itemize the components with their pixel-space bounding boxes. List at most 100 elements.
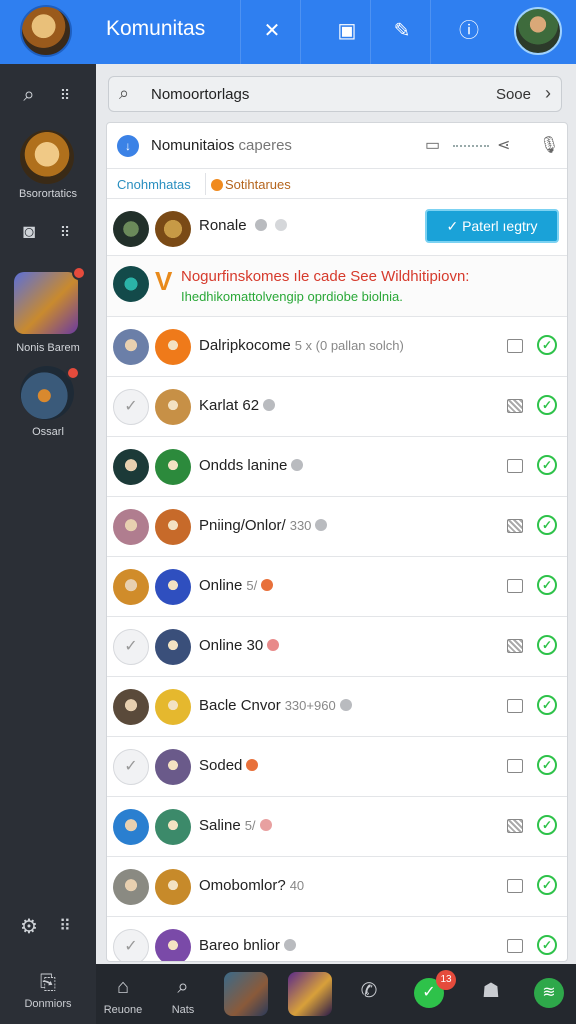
member-name-text: Ronale	[199, 217, 247, 234]
sidebar-game-tile[interactable]	[14, 272, 78, 334]
image-icon[interactable]	[507, 519, 523, 533]
member-name: Ondds lanine	[199, 457, 304, 474]
grid-dots-icon[interactable]: ⠿	[52, 82, 78, 108]
image-icon[interactable]	[507, 639, 523, 653]
table-row[interactable]: ✓ Karlat 62 ✓	[107, 377, 567, 437]
check-circle-icon[interactable]: ✓	[537, 575, 557, 595]
member-name-text: Dalripkocome	[199, 337, 291, 354]
bookmark-icon[interactable]: ▣	[334, 18, 360, 44]
member-name: Omobomlor? 40	[199, 877, 304, 894]
table-row[interactable]: Bacle Cnvor 330+960 ✓	[107, 677, 567, 737]
close-icon[interactable]: ✕	[259, 18, 285, 44]
select-check-icon[interactable]: ✓	[113, 749, 149, 785]
grid-dots-icon[interactable]: ⠿	[52, 219, 78, 245]
member-name: Bacle Cnvor 330+960	[199, 697, 352, 714]
gear-icon[interactable]: ⚙	[16, 914, 42, 940]
check-circle-icon[interactable]: ✓	[537, 815, 557, 835]
avatar	[155, 509, 191, 545]
member-name-text: Omobomlor?	[199, 877, 286, 894]
user-avatar[interactable]	[514, 7, 562, 55]
member-name-text: Online 30	[199, 637, 264, 654]
checkbox[interactable]	[507, 939, 523, 953]
grid-dots-icon[interactable]: ⠿	[52, 914, 78, 940]
member-name: Soded	[199, 757, 259, 774]
avatar	[155, 329, 191, 365]
member-name-text: Online	[199, 577, 243, 594]
app-logo-avatar[interactable]	[20, 5, 72, 57]
select-check-icon[interactable]: ✓	[113, 629, 149, 665]
list-item[interactable]: Ronale ✓ Paterl ıegtry	[107, 199, 567, 255]
shop-icon[interactable]: ⌂	[108, 976, 138, 999]
game-thumbnail[interactable]	[224, 972, 268, 1016]
status-icon	[291, 459, 304, 471]
mic-icon[interactable]: 🎙	[539, 135, 559, 155]
table-row[interactable]: Omobomlor? 40 ✓	[107, 857, 567, 917]
edit-icon[interactable]: ✎	[389, 18, 415, 44]
main-panel: ⌕ Nomoortorlags Sooe › ↓ Nomunitaios cap…	[96, 64, 576, 964]
search-option-label[interactable]: Sooe	[496, 86, 531, 103]
app-icon[interactable]: ≋	[534, 978, 564, 1008]
camera-icon[interactable]: ◙	[16, 219, 42, 245]
image-icon[interactable]	[507, 399, 523, 413]
checkbox[interactable]	[507, 879, 523, 893]
game-thumbnail[interactable]	[288, 972, 332, 1016]
search-icon[interactable]: ⌕	[168, 976, 198, 999]
table-row[interactable]: ✓ Online 30 ✓	[107, 617, 567, 677]
image-icon[interactable]	[507, 819, 523, 833]
notice-banner: V Nogurfinskomes ıle cade See Wildhitipi…	[107, 255, 567, 317]
avatar	[113, 689, 149, 725]
tab-members[interactable]: Cnohmhatas	[117, 177, 191, 192]
checkbox[interactable]	[507, 699, 523, 713]
table-row[interactable]: Dalripkocome 5 x (0 pallan solch) ✓	[107, 317, 567, 377]
sidebar-avatar-1[interactable]	[20, 130, 74, 184]
notification-badge	[72, 266, 86, 280]
checkbox[interactable]	[507, 459, 523, 473]
divider	[430, 0, 431, 64]
search-icon[interactable]: ⌕	[16, 82, 42, 108]
friends-icon[interactable]: ☗	[476, 978, 506, 1003]
check-circle-icon[interactable]: ✓	[537, 935, 557, 955]
member-name: Online 30	[199, 637, 280, 654]
member-list: Dalripkocome 5 x (0 pallan solch) ✓ ✓ Karlat…	[107, 317, 567, 961]
search-input[interactable]: Nomoortorlags	[151, 86, 249, 103]
select-check-icon[interactable]: ✓	[113, 929, 149, 961]
primary-action-button[interactable]: ✓ Paterl ıegtry	[425, 209, 559, 243]
card-header: ↓ Nomunitaios caperes ▭ ⋖ 🎙	[107, 123, 567, 169]
table-row[interactable]: Ondds lanine ✓	[107, 437, 567, 497]
checkbox[interactable]	[507, 339, 523, 353]
book-icon[interactable]: ⎘	[33, 972, 63, 995]
select-check-icon[interactable]: ✓	[113, 389, 149, 425]
check-circle-icon[interactable]: ✓	[537, 695, 557, 715]
table-row[interactable]: Saline 5/ ✓	[107, 797, 567, 857]
avatar	[113, 509, 149, 545]
status-icon	[263, 399, 276, 411]
info-icon[interactable]: ⓘ	[456, 18, 482, 44]
share-icon[interactable]: ⋖	[497, 135, 510, 155]
check-circle-icon[interactable]: ✓	[537, 635, 557, 655]
tab-status[interactable]: Sotihtarues	[209, 177, 291, 192]
check-circle-icon[interactable]: ✓	[537, 335, 557, 355]
window-icon[interactable]: ▭	[425, 135, 440, 155]
search-bar[interactable]: ⌕ Nomoortorlags Sooe ›	[108, 76, 562, 112]
check-circle-icon[interactable]: ✓	[537, 755, 557, 775]
table-row[interactable]: ✓ Soded ✓	[107, 737, 567, 797]
divider	[453, 145, 489, 147]
checkbox[interactable]	[507, 579, 523, 593]
table-row[interactable]: ✓ Bareo bnlior ✓	[107, 917, 567, 961]
info-icon[interactable]: ↓	[117, 135, 139, 157]
check-circle-icon[interactable]: ✓	[537, 515, 557, 535]
check-circle-icon[interactable]: ✓	[537, 875, 557, 895]
avatar	[155, 929, 191, 961]
table-row[interactable]: Online 5/ ✓	[107, 557, 567, 617]
check-circle-icon[interactable]: ✓	[537, 395, 557, 415]
check-circle-icon[interactable]: ✓	[537, 455, 557, 475]
avatar	[113, 569, 149, 605]
checkbox[interactable]	[507, 759, 523, 773]
member-meta: 40	[289, 878, 305, 893]
avatar	[155, 689, 191, 725]
card-title-text: Nomunitaios	[151, 137, 235, 154]
member-name-text: Saline	[199, 817, 241, 834]
chevron-right-icon[interactable]: ›	[545, 83, 551, 104]
phone-icon[interactable]: ✆	[354, 978, 384, 1003]
table-row[interactable]: Pniing/Onlor/330 ✓	[107, 497, 567, 557]
